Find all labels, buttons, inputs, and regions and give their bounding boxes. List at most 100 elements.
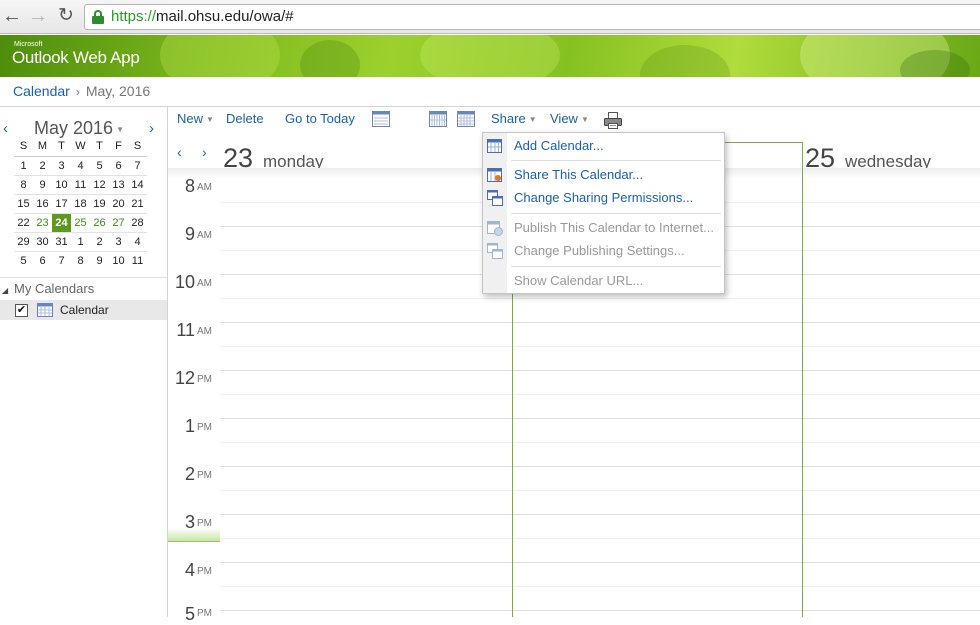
hour-ampm: PM xyxy=(197,470,212,481)
mini-calendar-day[interactable]: 31 xyxy=(52,231,71,251)
mini-calendar-day-in-range[interactable]: 26 xyxy=(90,212,109,232)
mini-calendar-day-in-range[interactable]: 25 xyxy=(71,212,90,232)
mini-calendar-day[interactable]: 11 xyxy=(71,174,90,194)
mini-calendar-day[interactable]: 12 xyxy=(90,174,109,194)
url-text: https://mail.ohsu.edu/owa/# xyxy=(111,8,294,25)
calendar-checkbox[interactable]: ✔ xyxy=(15,304,28,317)
calendar-list-item[interactable]: ✔ Calendar xyxy=(0,300,167,320)
mini-calendar-day[interactable]: 7 xyxy=(128,155,147,175)
breadcrumb-calendar-link[interactable]: Calendar xyxy=(13,83,70,99)
menu-item-show-calendar-url: Show Calendar URL... xyxy=(514,273,644,288)
mini-calendar-day[interactable]: 6 xyxy=(33,250,52,270)
mini-calendar-day[interactable]: 15 xyxy=(14,193,33,213)
hour-label: 4 xyxy=(184,560,195,580)
hour-line xyxy=(220,466,980,467)
weekday-header: S xyxy=(128,137,147,157)
mini-calendar-day[interactable]: 2 xyxy=(33,155,52,175)
mini-calendar-day[interactable]: 17 xyxy=(52,193,71,213)
hour-ampm: AM xyxy=(197,182,212,193)
mini-calendar-day[interactable]: 5 xyxy=(90,155,109,175)
mini-calendar-day[interactable]: 20 xyxy=(109,193,128,213)
mini-calendar-today[interactable]: 24 xyxy=(52,212,71,232)
hour-label: 2 xyxy=(184,464,195,484)
mini-calendar-day[interactable]: 21 xyxy=(128,193,147,213)
mini-calendar-day[interactable]: 9 xyxy=(90,250,109,270)
url-scheme: https:// xyxy=(111,8,157,25)
previous-month-icon[interactable]: ‹ xyxy=(3,120,8,137)
hour-ampm: PM xyxy=(197,518,212,529)
mini-calendar-day[interactable]: 11 xyxy=(128,250,147,270)
next-month-icon[interactable]: › xyxy=(149,120,154,137)
reload-icon[interactable]: ↻ xyxy=(54,4,78,28)
mini-calendar-day[interactable]: 10 xyxy=(52,174,71,194)
calendar-list-item-label: Calendar xyxy=(60,303,109,317)
menu-item-change-sharing-permissions[interactable]: Change Sharing Permissions... xyxy=(514,190,693,205)
mini-calendar-day[interactable]: 28 xyxy=(128,212,147,232)
mini-calendar-day[interactable]: 10 xyxy=(109,250,128,270)
menu-item-add-calendar[interactable]: Add Calendar... xyxy=(514,138,604,153)
menu-separator xyxy=(511,160,721,161)
mini-calendar-day-in-range[interactable]: 27 xyxy=(109,212,128,232)
pane-divider xyxy=(0,277,167,278)
mini-calendar-day[interactable]: 13 xyxy=(109,174,128,194)
mini-calendar-day[interactable]: 1 xyxy=(14,155,33,175)
breadcrumb: Calendar › May, 2016 xyxy=(13,83,150,99)
hour-ampm: PM xyxy=(197,608,212,619)
go-to-today-button[interactable]: Go to Today xyxy=(285,111,355,126)
address-bar[interactable]: https://mail.ohsu.edu/owa/# xyxy=(84,4,980,30)
week-view-icon[interactable] xyxy=(429,111,447,127)
mini-calendar-day[interactable]: 3 xyxy=(109,231,128,251)
mini-calendar-day[interactable]: 8 xyxy=(14,174,33,194)
publish-calendar-icon xyxy=(487,221,503,236)
hour-label: 3 xyxy=(184,512,195,532)
delete-button[interactable]: Delete xyxy=(226,111,264,126)
mini-calendar-day[interactable]: 19 xyxy=(90,193,109,213)
navigation-pane: ‹ May 2016 ▼ › S M T W T F S 1 2 3 4 5 6 … xyxy=(0,107,168,617)
mini-calendar-day[interactable]: 30 xyxy=(33,231,52,251)
mini-calendar-day[interactable]: 14 xyxy=(128,174,147,194)
chevron-down-icon: ▼ xyxy=(528,115,537,125)
half-hour-line xyxy=(220,538,980,539)
print-icon[interactable] xyxy=(604,112,622,129)
menu-item-share-calendar[interactable]: Share This Calendar... xyxy=(514,167,643,182)
mini-calendar-day[interactable]: 4 xyxy=(71,155,90,175)
mini-calendar-day[interactable]: 18 xyxy=(71,193,90,213)
mini-calendar-day[interactable]: 9 xyxy=(33,174,52,194)
mini-calendar-day[interactable]: 29 xyxy=(14,231,33,251)
mini-calendar-day[interactable]: 3 xyxy=(52,155,71,175)
view-button[interactable]: View ▼ xyxy=(550,111,589,126)
new-button[interactable]: New ▼ xyxy=(177,111,214,126)
share-menu: Add Calendar... Share This Calendar... C… xyxy=(482,132,725,294)
calendar-icon xyxy=(37,303,53,317)
mini-calendar-day[interactable]: 2 xyxy=(90,231,109,251)
add-calendar-icon xyxy=(487,139,502,153)
mini-calendar-day[interactable]: 22 xyxy=(14,212,33,232)
hour-ampm: AM xyxy=(197,326,212,337)
mini-calendar-day[interactable]: 1 xyxy=(71,231,90,251)
mini-calendar: S M T W T F S 1 2 3 4 5 6 7 8 9 10 11 12… xyxy=(14,137,147,270)
my-calendars-heading[interactable]: My Calendars xyxy=(14,281,94,296)
collapse-triangle-icon[interactable]: ◢ xyxy=(2,286,8,295)
mini-calendar-day[interactable]: 5 xyxy=(14,250,33,270)
share-button-label: Share xyxy=(491,111,526,126)
mini-calendar-title: May 2016 xyxy=(34,118,114,138)
forward-arrow-icon[interactable]: → xyxy=(26,4,50,28)
month-view-icon[interactable] xyxy=(457,111,475,127)
hour-line xyxy=(220,418,980,419)
day-view-icon[interactable] xyxy=(372,111,390,127)
previous-days-icon[interactable]: ‹ xyxy=(177,144,182,160)
half-hour-line xyxy=(220,394,980,395)
chevron-down-icon: ▼ xyxy=(206,115,214,125)
breadcrumb-separator: › xyxy=(75,85,80,99)
hour-line xyxy=(220,370,980,371)
mini-calendar-day[interactable]: 7 xyxy=(52,250,71,270)
share-button[interactable]: Share ▼ xyxy=(491,111,537,126)
mini-calendar-day[interactable]: 16 xyxy=(33,193,52,213)
mini-calendar-day[interactable]: 6 xyxy=(109,155,128,175)
mini-calendar-day[interactable]: 4 xyxy=(128,231,147,251)
next-days-icon[interactable]: › xyxy=(202,144,207,160)
back-arrow-icon[interactable]: ← xyxy=(0,4,24,28)
mini-calendar-month-selector[interactable]: May 2016 ▼ xyxy=(34,118,124,139)
mini-calendar-day[interactable]: 8 xyxy=(71,250,90,270)
mini-calendar-day-in-range[interactable]: 23 xyxy=(33,212,52,232)
